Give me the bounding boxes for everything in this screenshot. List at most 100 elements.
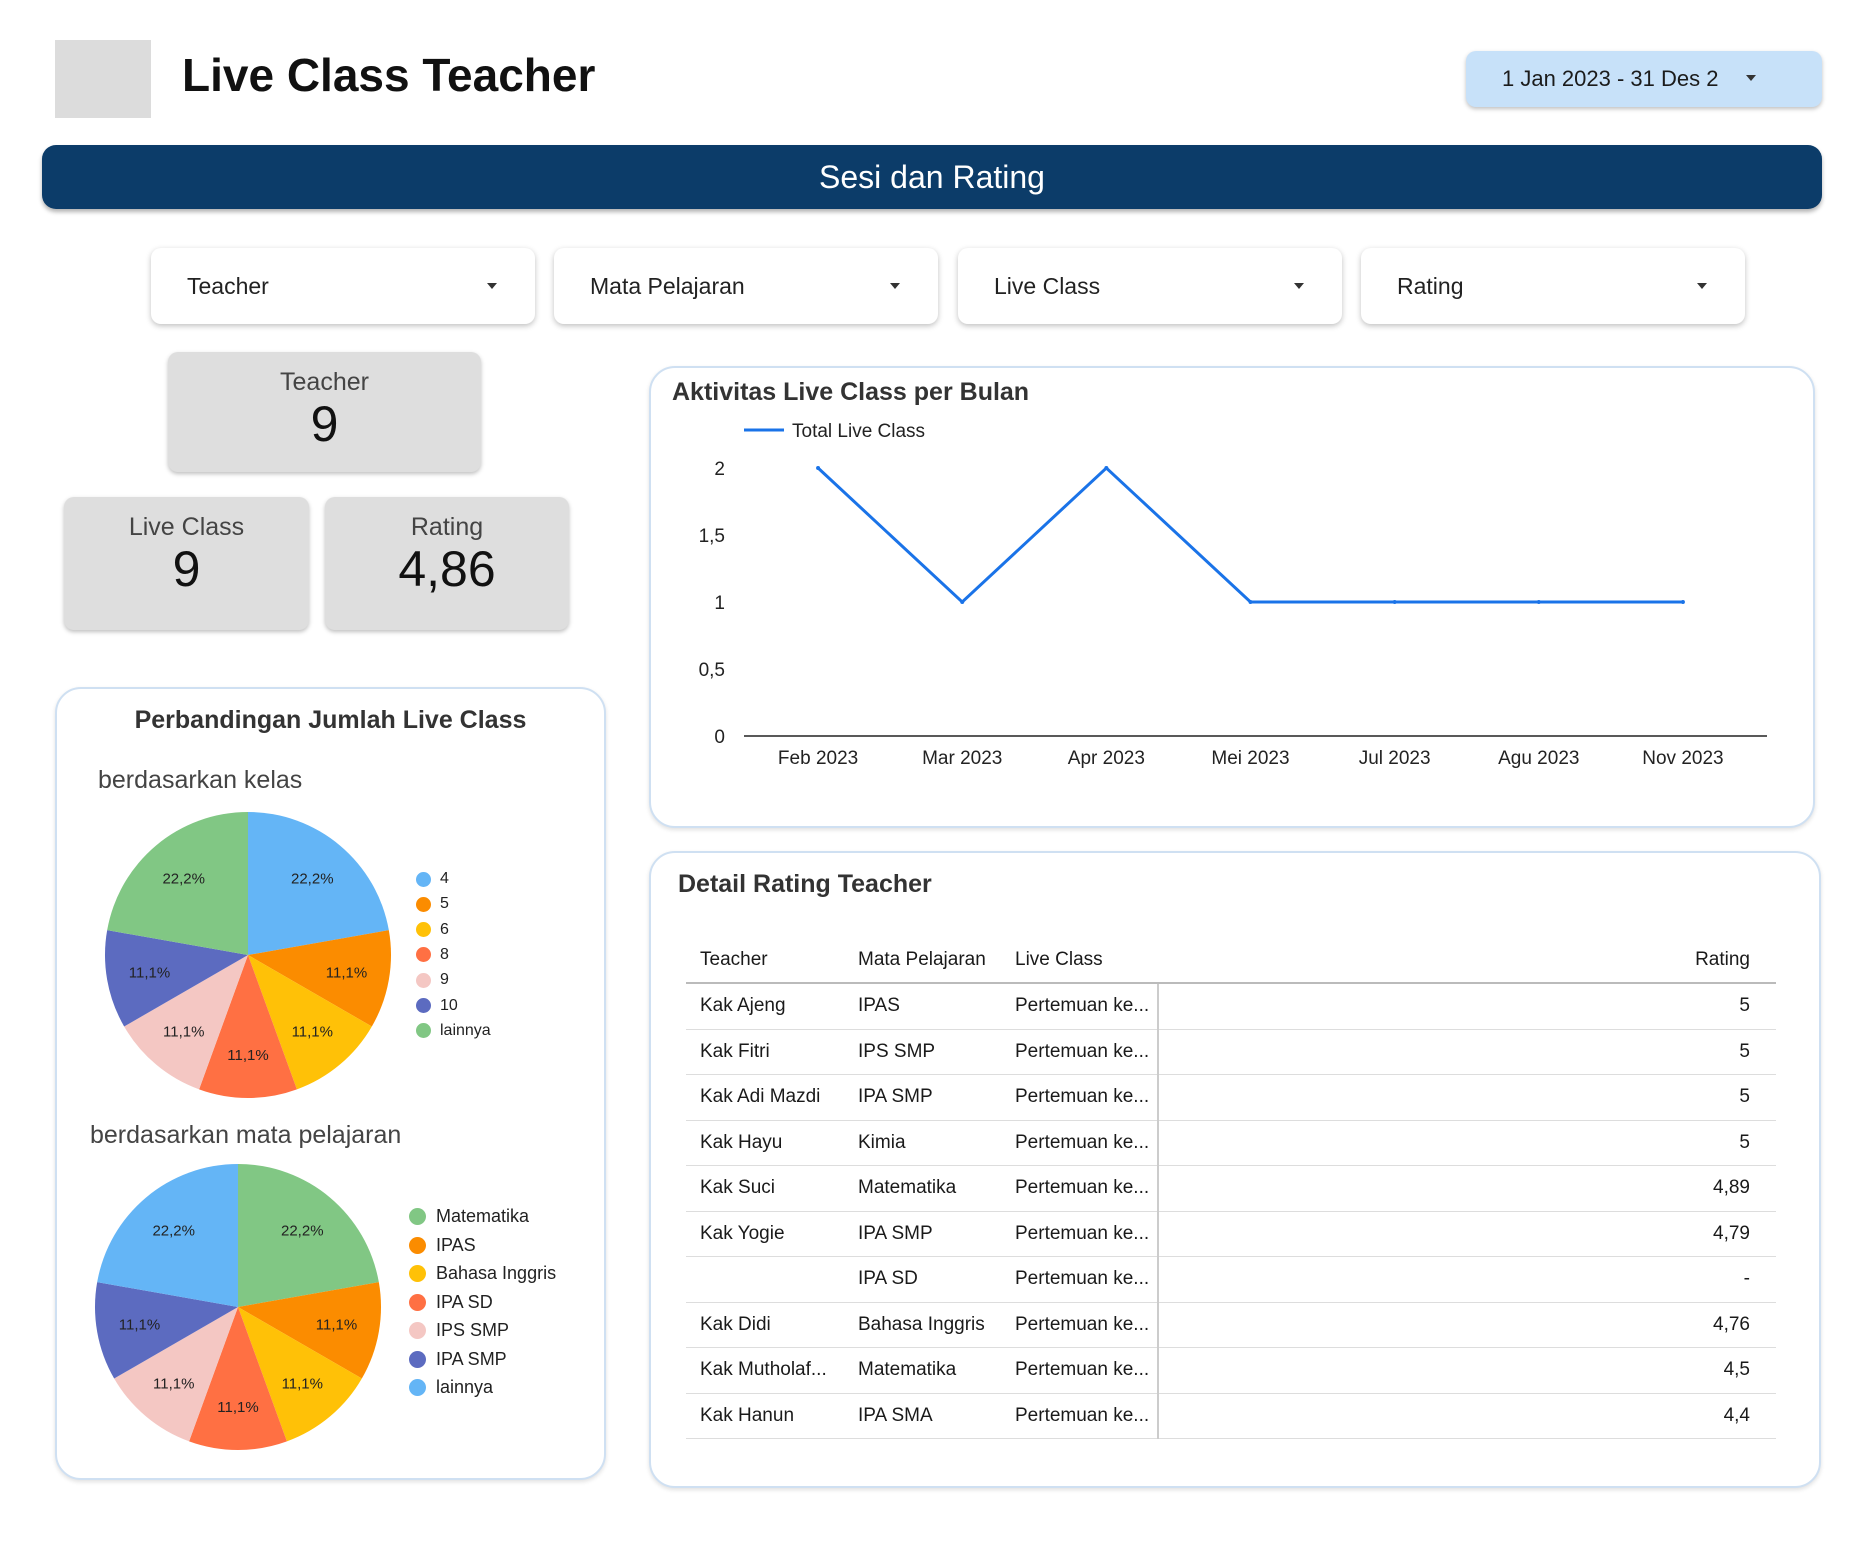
legend-item[interactable]: 4 bbox=[416, 870, 449, 888]
legend-item[interactable]: Matematika bbox=[409, 1206, 529, 1227]
line-chart: Total Live Class 0 0,5 1 1,5 2 Feb 2023 Mar 20… bbox=[699, 421, 1767, 769]
cell-teacher: Kak Adi Mazdi bbox=[686, 1074, 844, 1121]
legend-label: IPAS bbox=[436, 1234, 476, 1255]
pie-legend-mapel: Matematika IPAS Bahasa Inggris IPA SD IPS SM… bbox=[409, 1206, 599, 1406]
data-point bbox=[1536, 600, 1541, 604]
legend-label: 10 bbox=[440, 996, 458, 1014]
pie-slice-label: 11,1% bbox=[163, 1024, 204, 1041]
cell-rating: 5 bbox=[1158, 1029, 1776, 1075]
data-point bbox=[1104, 466, 1109, 470]
table-row[interactable]: Kak Suci Matematika Pertemuan ke... 4,89 bbox=[686, 1165, 1776, 1212]
legend-label: lainnya bbox=[436, 1377, 494, 1397]
cell-live-class: Pertemuan ke... bbox=[1001, 1074, 1159, 1121]
legend-item[interactable]: 8 bbox=[416, 946, 449, 964]
x-tick-label: Feb 2023 bbox=[778, 748, 858, 769]
legend-dot-icon bbox=[409, 1322, 426, 1339]
legend-dot-icon bbox=[409, 1208, 426, 1225]
legend-label: IPA SD bbox=[436, 1291, 493, 1312]
y-tick-label: 1 bbox=[714, 593, 725, 614]
column-header-rating[interactable]: Rating bbox=[1158, 938, 1776, 984]
legend-item[interactable]: lainnya bbox=[416, 1022, 491, 1040]
pie-slice-label: 22,2% bbox=[291, 870, 334, 887]
pie-slice-label: 22,2% bbox=[152, 1222, 195, 1239]
cell-mata-pelajaran: Matematika bbox=[844, 1347, 1001, 1394]
legend-item[interactable]: IPA SD bbox=[409, 1292, 493, 1313]
x-tick-label: Nov 2023 bbox=[1642, 748, 1723, 769]
cell-rating: 5 bbox=[1158, 1120, 1776, 1166]
cell-rating: 5 bbox=[1158, 983, 1776, 1030]
legend-dot-icon bbox=[416, 947, 431, 963]
x-tick-label: Agu 2023 bbox=[1498, 748, 1579, 769]
column-header-mata-pelajaran[interactable]: Mata Pelajaran bbox=[844, 938, 1001, 984]
cell-teacher: Kak Hanun bbox=[686, 1393, 844, 1439]
table-row[interactable]: Kak Didi Bahasa Inggris Pertemuan ke... 4,7… bbox=[686, 1302, 1776, 1348]
legend-label: 5 bbox=[440, 895, 449, 913]
cell-mata-pelajaran: Matematika bbox=[844, 1165, 1001, 1212]
kpi-rating: Rating 4,86 bbox=[325, 497, 569, 630]
filter-mata-pelajaran[interactable]: Mata Pelajaran bbox=[554, 248, 938, 324]
cell-teacher: Kak Fitri bbox=[686, 1029, 844, 1075]
column-header-teacher[interactable]: Teacher bbox=[686, 938, 844, 984]
cell-teacher bbox=[686, 1256, 844, 1303]
y-tick-label: 1,5 bbox=[699, 526, 725, 547]
legend-item[interactable]: 6 bbox=[416, 921, 449, 939]
x-tick-label: Mei 2023 bbox=[1211, 748, 1289, 769]
table-row[interactable]: Kak Ajeng IPAS Pertemuan ke... 5 bbox=[686, 983, 1776, 1030]
pie-chart-mapel: 22,2% 11,1% 11,1% 11,1% 11,1% 11,1% 22,2% bbox=[94, 1164, 381, 1450]
data-point bbox=[960, 600, 965, 604]
column-header-live-class[interactable]: Live Class bbox=[1001, 938, 1158, 984]
pie-slice-label: 11,1% bbox=[227, 1047, 268, 1064]
legend-item[interactable]: Bahasa Inggris bbox=[409, 1263, 556, 1284]
legend-item[interactable]: 9 bbox=[416, 971, 449, 989]
cell-mata-pelajaran: IPAS bbox=[844, 983, 1001, 1030]
legend-item[interactable]: IPA SMP bbox=[409, 1349, 507, 1370]
table-row[interactable]: Kak Yogie IPA SMP Pertemuan ke... 4,79 bbox=[686, 1211, 1776, 1257]
table-row[interactable]: Kak Mutholaf... Matematika Pertemuan ke...… bbox=[686, 1347, 1776, 1394]
cell-live-class: Pertemuan ke... bbox=[1001, 1302, 1159, 1348]
filter-rating[interactable]: Rating bbox=[1361, 248, 1745, 324]
table-row[interactable]: Kak Adi Mazdi IPA SMP Pertemuan ke... 5 bbox=[686, 1074, 1776, 1121]
legend-dot-icon bbox=[409, 1379, 426, 1396]
kpi-value: 9 bbox=[310, 396, 339, 452]
legend-label: IPS SMP bbox=[436, 1320, 510, 1340]
pie-slice-label: 11,1% bbox=[119, 1316, 160, 1333]
legend-item[interactable]: 10 bbox=[416, 997, 458, 1015]
legend-dot-icon bbox=[409, 1350, 426, 1368]
data-point bbox=[1392, 600, 1397, 604]
pie-slice-label: 11,1% bbox=[282, 1376, 323, 1393]
data-point bbox=[1680, 600, 1685, 604]
cell-teacher: Kak Yogie bbox=[686, 1211, 844, 1257]
kpi-teacher: Teacher 9 bbox=[168, 352, 481, 472]
cell-rating: 4,89 bbox=[1158, 1165, 1776, 1212]
cell-mata-pelajaran: IPA SMP bbox=[844, 1074, 1001, 1121]
y-tick-label: 0 bbox=[714, 727, 725, 748]
legend-label: 8 bbox=[440, 945, 449, 963]
legend-item[interactable]: IPAS bbox=[409, 1235, 476, 1256]
chevron-down-icon bbox=[1697, 283, 1707, 289]
legend-label: lainnya bbox=[440, 1021, 491, 1039]
filter-live-class[interactable]: Live Class bbox=[958, 248, 1342, 324]
legend-dot-icon bbox=[416, 998, 431, 1013]
legend-label: 9 bbox=[440, 971, 449, 989]
filter-label: Live Class bbox=[994, 272, 1101, 299]
table-row[interactable]: Kak Hanun IPA SMA Pertemuan ke... 4,4 bbox=[686, 1393, 1776, 1439]
cell-rating: 4,5 bbox=[1158, 1347, 1776, 1394]
cell-teacher: Kak Ajeng bbox=[686, 983, 844, 1030]
table-row[interactable]: Kak Fitri IPS SMP Pertemuan ke... 5 bbox=[686, 1029, 1776, 1075]
legend-item[interactable]: lainnya bbox=[409, 1377, 493, 1398]
page-title: Live Class Teacher bbox=[182, 49, 596, 101]
cell-teacher: Kak Didi bbox=[686, 1302, 844, 1348]
legend-item[interactable]: 5 bbox=[416, 895, 449, 913]
legend-label: 6 bbox=[440, 920, 449, 938]
cell-teacher: Kak Mutholaf... bbox=[686, 1347, 844, 1394]
filter-teacher[interactable]: Teacher bbox=[151, 248, 535, 324]
chevron-down-icon bbox=[1294, 283, 1304, 289]
kpi-live-class: Live Class 9 bbox=[64, 497, 309, 630]
chevron-down-icon bbox=[1746, 75, 1756, 81]
table-row[interactable]: IPA SD Pertemuan ke... - bbox=[686, 1256, 1776, 1303]
table-row[interactable]: Kak Hayu Kimia Pertemuan ke... 5 bbox=[686, 1120, 1776, 1166]
date-range-picker[interactable]: 1 Jan 2023 - 31 Des 2 bbox=[1466, 51, 1822, 107]
section-banner: Sesi dan Rating bbox=[42, 145, 1822, 209]
legend-label: Matematika bbox=[436, 1206, 530, 1226]
legend-item[interactable]: IPS SMP bbox=[409, 1320, 509, 1341]
